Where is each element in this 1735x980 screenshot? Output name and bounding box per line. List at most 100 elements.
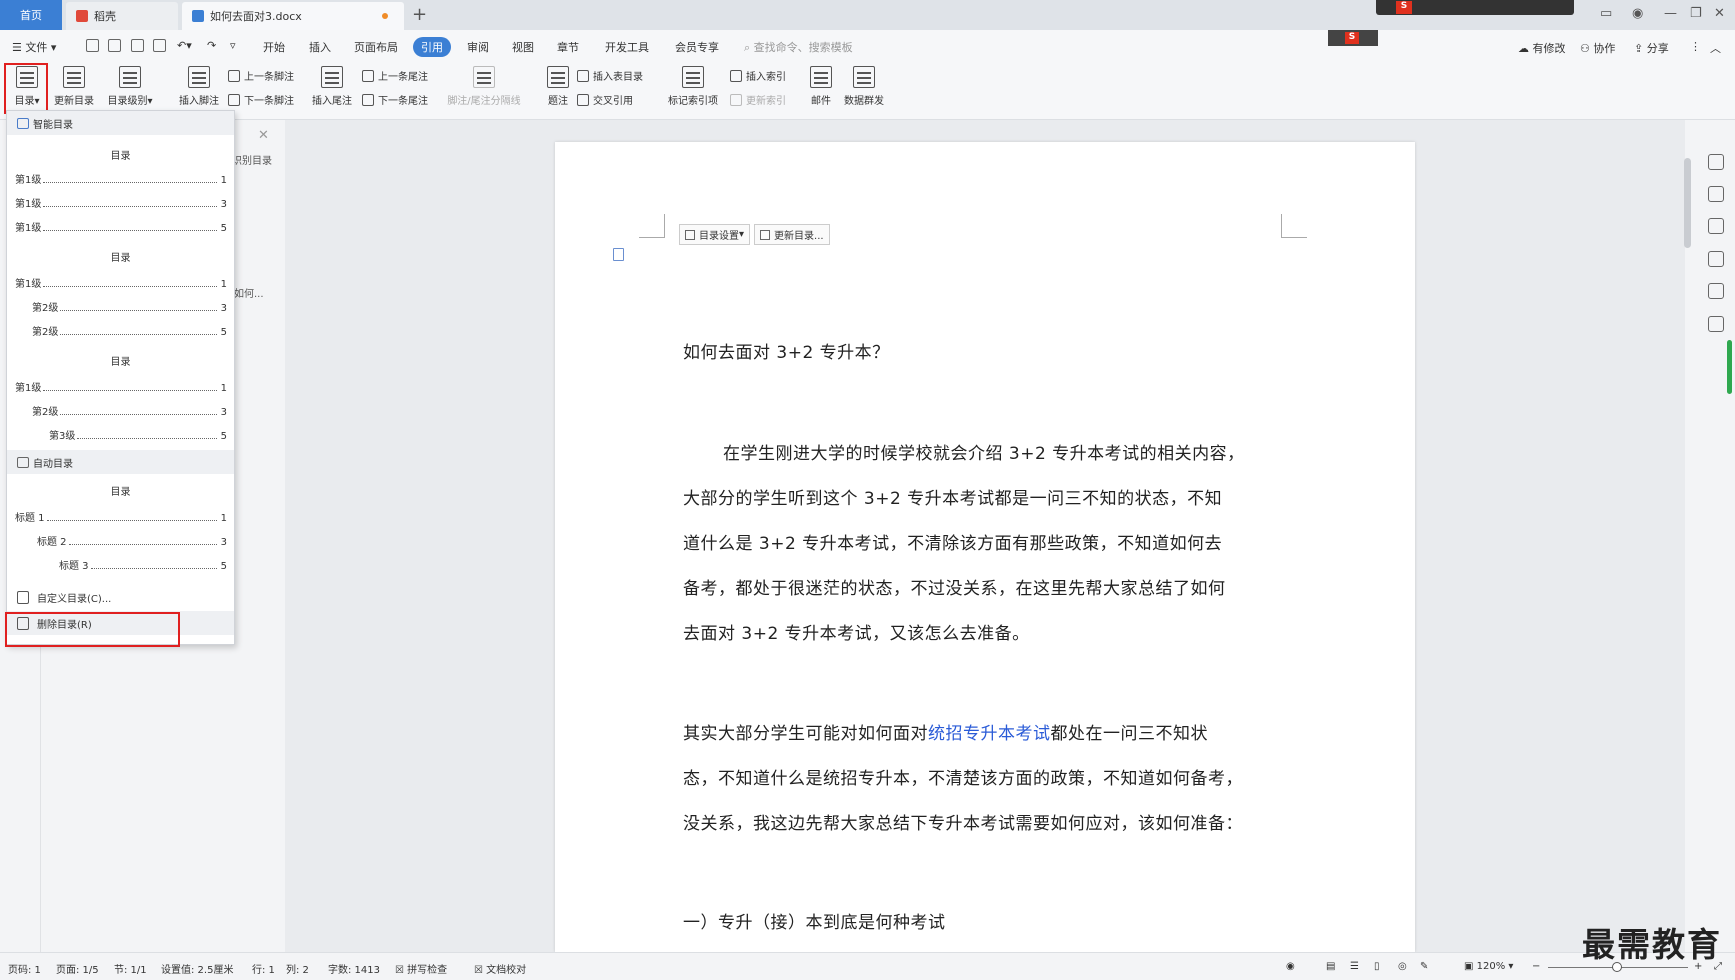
toc-line-label: 第2级 <box>32 327 59 338</box>
update-toc-inline-button[interactable]: 更新目录... <box>754 224 830 245</box>
toc-settings-button[interactable]: 目录设置 ▾ <box>679 224 751 245</box>
tab-home[interactable]: 首页 <box>0 0 62 30</box>
nav-heading-item[interactable]: 如何... <box>234 285 264 300</box>
mail-button[interactable]: 邮件 <box>806 62 836 107</box>
toc-line-page: 5 <box>220 223 227 234</box>
scrollbar-thumb[interactable] <box>1684 158 1691 248</box>
collab-button[interactable]: ⚇ 协作 <box>1580 40 1615 56</box>
menu-member[interactable]: 会员专享 <box>675 39 719 55</box>
footnote-separator-button[interactable]: 脚注/尾注分隔线 <box>440 62 528 107</box>
data-mass-button[interactable]: 数据群发 <box>840 62 888 107</box>
doc-p1-line4: 备考，都处于很迷茫的状态，不过没关系，在这里先帮大家总结了如何 <box>683 579 1226 599</box>
minimize-icon[interactable]: — <box>1664 6 1677 21</box>
status-pages[interactable]: 页面: 1/5 <box>56 961 99 976</box>
doc-p1-line1: 在学生刚进大学的时候学校就会介绍 3+2 专升本考试的相关内容， <box>723 444 1245 464</box>
insert-endnote-button[interactable]: 插入尾注 <box>308 62 356 107</box>
rocket-icon[interactable] <box>1708 154 1724 170</box>
more-icon[interactable]: ⋮ <box>1690 40 1701 53</box>
identify-toc-link[interactable]: 识别目录 <box>232 152 272 167</box>
help-icon[interactable] <box>1708 316 1724 332</box>
file-menu[interactable]: ☰ 文件 ▾ <box>12 39 56 55</box>
insert-endnote-label: 插入尾注 <box>312 96 352 107</box>
menu-insert[interactable]: 插入 <box>309 39 331 55</box>
customize-icon[interactable]: ▿ <box>230 39 236 52</box>
read-view-icon[interactable]: ▯ <box>1374 961 1380 972</box>
prev-footnote-button[interactable]: 上一条脚注 <box>228 68 294 83</box>
share-button[interactable]: ⇪ 分享 <box>1634 40 1669 56</box>
next-endnote-button[interactable]: 下一条尾注 <box>362 92 428 107</box>
toc-preview-2-line-1: 第1级 1 <box>15 275 227 290</box>
pen-icon[interactable] <box>1708 186 1724 202</box>
spell-check-toggle[interactable]: ☒ 拼写检查 <box>395 961 447 976</box>
panel-close-icon[interactable]: ✕ <box>258 128 269 143</box>
toc-line-page: 5 <box>220 431 227 442</box>
zoom-out-button[interactable]: − <box>1532 961 1540 972</box>
prev-endnote-button[interactable]: 上一条尾注 <box>362 68 428 83</box>
menu-page-layout[interactable]: 页面布局 <box>354 39 398 55</box>
smart-toc-section: 智能目录 <box>7 111 234 135</box>
cross-ref-button[interactable]: 交叉引用 <box>577 92 633 107</box>
user-avatar-icon[interactable]: ◉ <box>1632 6 1643 21</box>
restore-icon[interactable]: ❐ <box>1690 6 1702 21</box>
menu-review[interactable]: 审阅 <box>467 39 489 55</box>
print-icon[interactable] <box>131 39 144 52</box>
insert-index-button[interactable]: 插入索引 <box>730 68 786 83</box>
web-view-icon[interactable]: ◎ <box>1398 961 1407 972</box>
separator-icon <box>473 66 495 88</box>
update-toc-button[interactable]: 更新目录 <box>50 62 98 107</box>
adjust-icon[interactable] <box>1708 251 1724 267</box>
print-preview-icon[interactable] <box>153 39 166 52</box>
write-view-icon[interactable]: ✎ <box>1420 961 1428 972</box>
tab-daoke[interactable]: 稻壳 <box>66 2 178 30</box>
insert-table-toc-label: 插入表目录 <box>593 72 643 83</box>
menu-chapter[interactable]: 章节 <box>557 39 579 55</box>
revise-button[interactable]: ☁ 有修改 <box>1518 40 1566 56</box>
close-icon[interactable]: ✕ <box>1714 6 1725 21</box>
command-search[interactable]: ⌕ 查找命令、搜索模板 <box>744 39 853 55</box>
custom-toc-item[interactable]: 自定义目录(C)... <box>7 585 234 609</box>
outline-view-icon[interactable]: ☰ <box>1350 961 1359 972</box>
zoom-level[interactable]: ▣ 120% ▾ <box>1464 961 1513 972</box>
menu-dev-tools[interactable]: 开发工具 <box>605 39 649 55</box>
toc-line-label: 第1级 <box>15 175 42 186</box>
insert-footnote-button[interactable]: 插入脚注 <box>174 62 224 107</box>
toc-preview-2-line-2: 第2级 3 <box>32 299 227 314</box>
menu-start[interactable]: 开始 <box>263 39 285 55</box>
collapse-ribbon-icon[interactable]: ︿ <box>1710 40 1721 56</box>
menu-view[interactable]: 视图 <box>512 39 534 55</box>
toc-preview-1-title: 目录 <box>110 151 131 162</box>
footnote-separator-label: 脚注/尾注分隔线 <box>447 96 521 107</box>
toc-level-button[interactable]: 目录级别▾ <box>102 62 158 107</box>
doc-proof-toggle[interactable]: ☒ 文档校对 <box>474 961 526 976</box>
status-words[interactable]: 字数: 1413 <box>328 961 380 976</box>
update-index-button[interactable]: 更新索引 <box>730 92 786 107</box>
toc-leader-dots <box>60 303 217 311</box>
select-cursor-icon[interactable] <box>1708 218 1724 234</box>
custom-toc-label: 自定义目录(C)... <box>37 593 112 605</box>
menu-references[interactable]: 引用 <box>413 37 451 57</box>
paragraph-marker-icon[interactable] <box>613 248 624 261</box>
page-view-icon[interactable]: ▤ <box>1326 961 1335 972</box>
format-painter-icon[interactable] <box>108 39 121 52</box>
redo-icon[interactable]: ↷ <box>207 39 216 52</box>
toc-line-label: 第1级 <box>15 383 42 394</box>
toc-leader-dots <box>60 407 217 415</box>
mark-index-button[interactable]: 标记索引项 <box>664 62 722 107</box>
new-tab-button[interactable]: + <box>412 4 427 25</box>
tab-daoke-label: 稻壳 <box>94 10 116 23</box>
doc-p2-link[interactable]: 统招专升本考试 <box>928 724 1051 744</box>
caption-button[interactable]: 题注 <box>540 62 576 107</box>
tab-document[interactable]: 如何去面对3.docx <box>182 2 404 30</box>
layout-icon[interactable]: ▭ <box>1600 6 1612 21</box>
undo-icon[interactable]: ↶▾ <box>177 39 192 52</box>
vertical-scrollbar[interactable] <box>1682 124 1694 914</box>
status-page[interactable]: 页码: 1 <box>8 961 41 976</box>
document-page[interactable]: 目录设置 ▾ 更新目录... 如何去面对 3+2 专升本？ 在学生刚进大学的时候… <box>555 142 1415 952</box>
eye-protect-icon[interactable]: ◉ <box>1286 961 1295 972</box>
ime-toolbar-small[interactable]: S <box>1328 30 1378 46</box>
insert-table-toc-button[interactable]: 插入表目录 <box>577 68 643 83</box>
save-icon[interactable] <box>86 39 99 52</box>
backup-icon[interactable] <box>1708 283 1724 299</box>
next-footnote-button[interactable]: 下一条脚注 <box>228 92 294 107</box>
ime-toolbar[interactable]: S <box>1376 0 1574 15</box>
